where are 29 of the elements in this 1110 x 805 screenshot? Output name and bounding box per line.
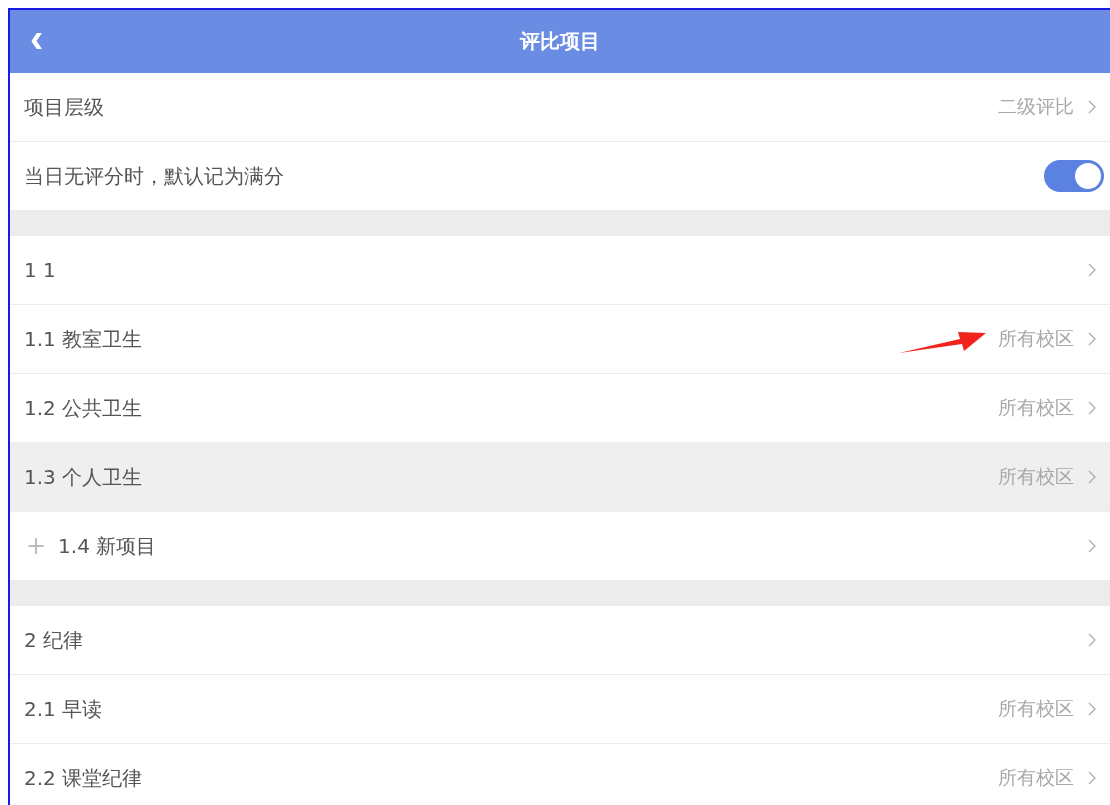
- toggle-switch[interactable]: [1044, 160, 1104, 192]
- row-label: 1 1: [24, 258, 57, 282]
- chevron-icon: [1088, 263, 1096, 277]
- chevron-icon: [1088, 100, 1096, 114]
- row-label: 1.2 公共卫生: [24, 394, 144, 422]
- chevron-icon: [1088, 539, 1096, 553]
- row-label: 2.1 早读: [24, 695, 104, 723]
- list-row[interactable]: 1.3 个人卫生 所有校区: [10, 443, 1110, 512]
- row-value: 所有校区: [998, 326, 1074, 351]
- chevron-icon: [1088, 633, 1096, 647]
- chevron-icon: [1088, 401, 1096, 415]
- row-label: 1.1 教室卫生: [24, 325, 144, 353]
- chevron-icon: [1088, 470, 1096, 484]
- row-label: 1.3 个人卫生: [24, 463, 144, 491]
- row-value: 所有校区: [998, 395, 1074, 420]
- page-title: 评比项目: [520, 28, 600, 55]
- chevron-icon: [1088, 702, 1096, 716]
- row-label: 项目层级: [24, 93, 105, 121]
- row-label: 1.4 新项目: [58, 532, 158, 560]
- row-label: 当日无评分时，默认记为满分: [24, 162, 285, 190]
- row-label: 2 纪律: [24, 626, 85, 654]
- row-value: 所有校区: [998, 464, 1074, 489]
- chevron-icon: [1088, 332, 1096, 346]
- row-label: 2.2 课堂纪律: [24, 764, 144, 792]
- row-value: 所有校区: [998, 696, 1074, 721]
- row-value: 二级评比: [998, 94, 1074, 119]
- chevron-icon: [1088, 771, 1096, 785]
- row-value: 所有校区: [998, 765, 1074, 790]
- plus-icon: +: [26, 532, 47, 560]
